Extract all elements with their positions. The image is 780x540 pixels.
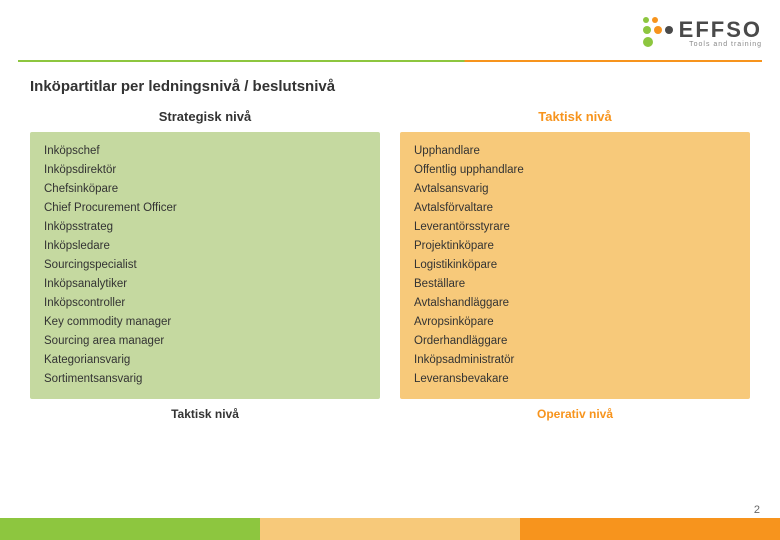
logo-dot (643, 37, 653, 47)
strategisk-header: Strategisk nivå (159, 109, 252, 124)
logo-dots (643, 17, 673, 47)
taktisk-column: Taktisk nivå UpphandlareOffentlig upphan… (400, 109, 750, 421)
columns-container: Strategisk nivå InköpschefInköpsdirektör… (30, 109, 750, 421)
main-content: Inköpartitlar per ledningsnivå / besluts… (0, 62, 780, 431)
bottom-bar (0, 518, 780, 540)
logo: EFFSO Tools and training (643, 17, 762, 48)
page-title: Inköpartitlar per ledningsnivå / besluts… (30, 78, 750, 95)
strategisk-box: InköpschefInköpsdirektörChefsinköpareChi… (30, 132, 380, 399)
logo-dot (643, 26, 651, 34)
bottom-orange (520, 518, 780, 540)
strategisk-column: Strategisk nivå InköpschefInköpsdirektör… (30, 109, 380, 421)
taktisk-items: UpphandlareOffentlig upphandlareAvtalsan… (414, 142, 736, 389)
logo-tagline: Tools and training (679, 41, 762, 48)
taktisk-header: Taktisk nivå (538, 109, 611, 124)
logo-text: EFFSO (679, 17, 762, 43)
bottom-green (0, 518, 260, 540)
strategisk-footer: Taktisk nivå (171, 407, 239, 421)
page-number: 2 (754, 504, 760, 516)
strategisk-items: InköpschefInköpsdirektörChefsinköpareChi… (44, 142, 366, 389)
logo-dot (654, 26, 662, 34)
taktisk-box: UpphandlareOffentlig upphandlareAvtalsan… (400, 132, 750, 399)
logo-dot (643, 17, 649, 23)
taktisk-footer: Operativ nivå (537, 407, 613, 421)
bottom-yellow (260, 518, 520, 540)
logo-dot (665, 26, 673, 34)
logo-dot (652, 17, 658, 23)
top-bar: EFFSO Tools and training (0, 0, 780, 60)
